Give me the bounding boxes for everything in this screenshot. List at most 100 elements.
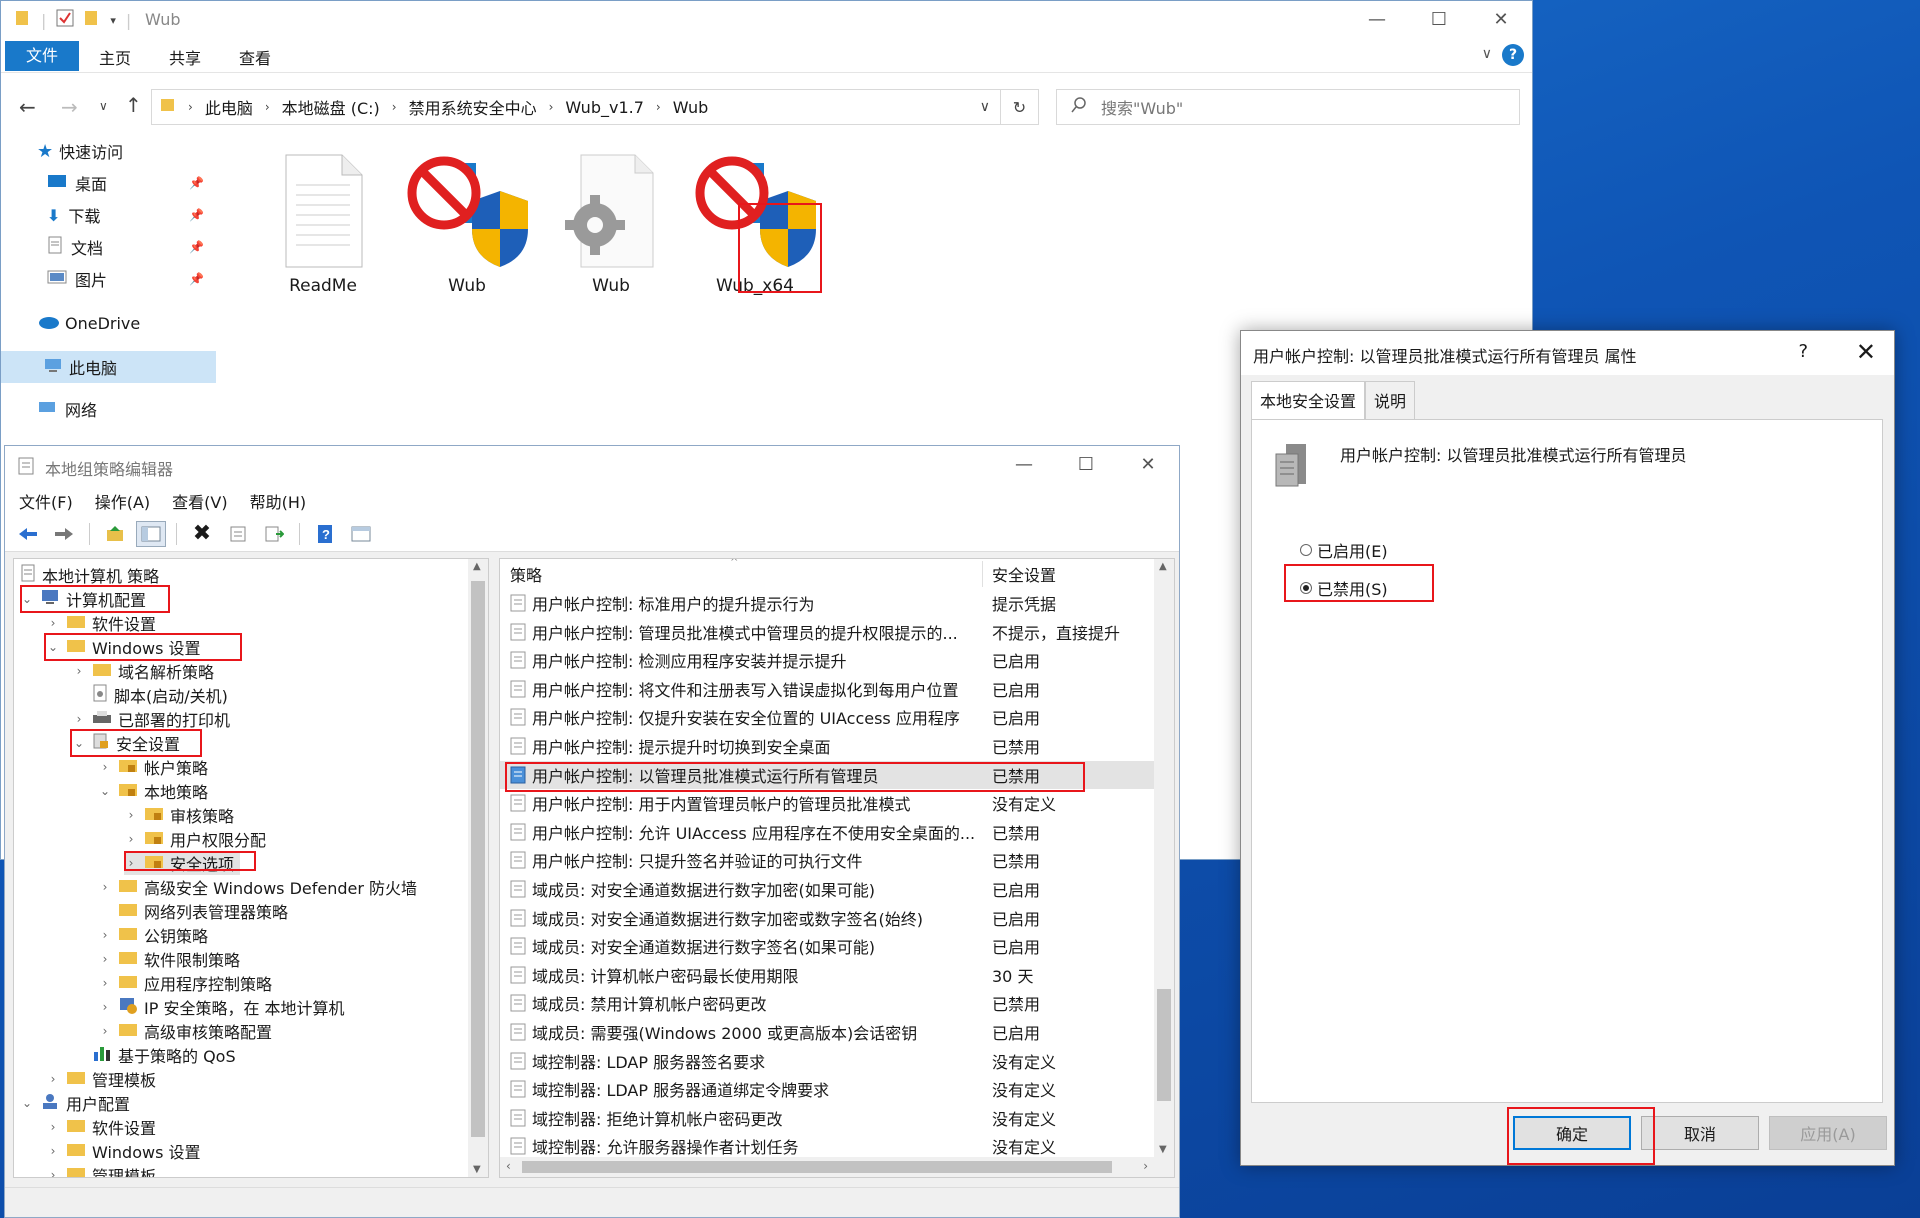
scroll-down-icon[interactable]: ▼ <box>473 1164 481 1175</box>
tree-node-user-windows-settings[interactable]: › Windows 设置 <box>46 1139 201 1163</box>
file-item-wub-config[interactable]: Wub <box>539 146 683 296</box>
collapse-arrow-icon[interactable]: ⌄ <box>46 640 60 654</box>
policy-row[interactable]: 用户帐户控制: 标准用户的提升提示行为 提示凭据 <box>500 589 1154 617</box>
policy-row[interactable]: 用户帐户控制: 以管理员批准模式运行所有管理员 已禁用 <box>500 760 1154 789</box>
tree-node-user-config[interactable]: ⌄ 用户配置 <box>20 1091 130 1115</box>
tab-view[interactable]: 查看 <box>239 45 271 69</box>
policy-row[interactable]: 用户帐户控制: 提示提升时切换到安全桌面 已禁用 <box>500 732 1154 760</box>
delete-icon[interactable]: ✖ <box>187 521 217 547</box>
customize-toolbar-icon[interactable]: ▾ <box>110 14 116 27</box>
breadcrumb-wub-version[interactable]: Wub_v1.7 <box>565 98 643 117</box>
refresh-button[interactable]: ↻ <box>1001 89 1039 125</box>
pin-icon[interactable]: 📌 <box>189 240 204 254</box>
expand-arrow-icon[interactable]: › <box>98 976 112 990</box>
menu-file[interactable]: 文件(F) <box>19 489 73 513</box>
close-icon[interactable]: ✕ <box>1470 1 1532 37</box>
nav-network[interactable]: 网络 <box>1 393 216 425</box>
tree-node-computer-config[interactable]: ⌄ 计算机配置 <box>20 587 146 611</box>
expand-arrow-icon[interactable]: › <box>124 832 138 846</box>
breadcrumb-folder[interactable]: 禁用系统安全中心 <box>409 95 537 119</box>
breadcrumb-separator[interactable]: › <box>392 100 397 114</box>
scroll-left-icon[interactable]: ‹ <box>506 1159 511 1173</box>
tab-file[interactable]: 文件 <box>5 41 79 71</box>
radio-enabled[interactable]: 已启用(E) <box>1300 538 1388 562</box>
file-item-readme[interactable]: ReadMe <box>251 146 395 296</box>
export-list-icon[interactable] <box>259 521 289 547</box>
tree-node-printers[interactable]: › 已部署的打印机 <box>72 707 230 731</box>
pin-icon[interactable]: 📌 <box>189 272 204 286</box>
expand-arrow-icon[interactable]: › <box>98 880 112 894</box>
tree-node-local-policies[interactable]: ⌄ 本地策略 <box>98 779 208 803</box>
tree-scrollbar[interactable]: ▲ ▼ <box>468 559 488 1177</box>
tree-node-scripts[interactable]: 脚本(启动/关机) <box>72 683 228 707</box>
tree-node-public-key[interactable]: › 公钥策略 <box>98 923 208 947</box>
tree-node-software-restriction[interactable]: › 软件限制策略 <box>98 947 240 971</box>
properties-checkbox-icon[interactable] <box>56 9 74 31</box>
tree-node-user-rights[interactable]: › 用户权限分配 <box>124 827 266 851</box>
pin-icon[interactable]: 📌 <box>189 176 204 190</box>
list-hscrollbar[interactable]: ‹ › <box>500 1157 1154 1177</box>
nav-downloads[interactable]: ⬇ 下载 📌 <box>1 199 216 231</box>
tree-node-user-software-settings[interactable]: › 软件设置 <box>46 1115 156 1139</box>
properties-icon[interactable] <box>223 521 253 547</box>
expand-arrow-icon[interactable]: › <box>46 1144 60 1158</box>
help-icon[interactable]: ? <box>1502 44 1524 66</box>
address-dropdown-icon[interactable]: ∨ <box>980 99 990 115</box>
radio-circle-selected[interactable] <box>1300 582 1312 594</box>
policy-row[interactable]: 用户帐户控制: 将文件和注册表写入错误虚拟化到每用户位置 已启用 <box>500 675 1154 703</box>
collapse-arrow-icon[interactable]: ⌄ <box>20 592 34 606</box>
scrollbar-thumb[interactable] <box>1157 989 1171 1101</box>
column-header-policy[interactable]: 策略 <box>510 562 542 586</box>
policy-row[interactable]: 用户帐户控制: 仅提升安装在安全位置的 UIAccess 应用程序 已启用 <box>500 703 1154 731</box>
expand-arrow-icon[interactable]: › <box>46 616 60 630</box>
tree-node-software-settings[interactable]: › 软件设置 <box>46 611 156 635</box>
maximize-icon[interactable]: ☐ <box>1055 446 1117 482</box>
policy-row[interactable]: 域成员: 对安全通道数据进行数字加密(如果可能) 已启用 <box>500 875 1154 903</box>
expand-arrow-icon[interactable]: › <box>46 1120 60 1134</box>
file-item-wub[interactable]: Wub <box>395 146 539 296</box>
breadcrumb-wub[interactable]: Wub <box>673 98 709 117</box>
breadcrumb-separator[interactable]: › <box>549 100 554 114</box>
menu-view[interactable]: 查看(V) <box>172 489 227 513</box>
list-scrollbar[interactable]: ▲ ▼ <box>1154 559 1174 1177</box>
tree-node-network-list[interactable]: 网络列表管理器策略 <box>98 899 288 923</box>
tree-node-windows-settings[interactable]: ⌄ Windows 设置 <box>46 635 201 659</box>
scroll-up-icon[interactable]: ▲ <box>473 561 481 572</box>
close-icon[interactable]: ✕ <box>1117 446 1179 482</box>
nav-documents[interactable]: 文档 📌 <box>1 231 216 263</box>
minimize-icon[interactable]: — <box>1346 1 1408 37</box>
tree-node-local-computer-policy[interactable]: 本地计算机 策略 <box>20 563 159 587</box>
scrollbar-thumb[interactable] <box>522 1161 1112 1173</box>
column-divider[interactable] <box>982 561 983 587</box>
back-icon[interactable]: ← <box>19 95 36 119</box>
radio-circle[interactable] <box>1300 544 1312 556</box>
recent-locations-icon[interactable]: ∨ <box>99 99 108 113</box>
tree-node-security-options[interactable]: › 安全选项 <box>124 851 241 875</box>
new-folder-icon[interactable] <box>84 9 100 31</box>
breadcrumb-separator[interactable]: › <box>265 100 270 114</box>
expand-arrow-icon[interactable]: › <box>72 712 86 726</box>
radio-disabled[interactable]: 已禁用(S) <box>1300 576 1388 600</box>
up-folder-icon[interactable] <box>100 521 130 547</box>
policy-row[interactable]: 域成员: 对安全通道数据进行数字加密或数字签名(始终) 已启用 <box>500 904 1154 932</box>
collapse-arrow-icon[interactable]: ⌄ <box>98 784 112 798</box>
show-hide-tree-icon[interactable] <box>136 520 166 547</box>
policy-row[interactable]: 域成员: 计算机帐户密码最长使用期限 30 天 <box>500 961 1154 989</box>
scroll-up-icon[interactable]: ▲ <box>1159 561 1167 572</box>
nav-this-pc[interactable]: 此电脑 <box>1 351 216 383</box>
cancel-button[interactable]: 取消 <box>1641 1116 1759 1150</box>
forward-icon[interactable]: → <box>61 95 78 119</box>
nav-quick-access[interactable]: ★ 快速访问 <box>1 135 216 167</box>
expand-arrow-icon[interactable]: › <box>72 664 86 678</box>
tab-home[interactable]: 主页 <box>99 45 131 69</box>
tree-node-user-admin-templates[interactable]: › 管理模板 <box>46 1163 156 1177</box>
column-header-setting[interactable]: 安全设置 <box>992 562 1056 586</box>
expand-arrow-icon[interactable]: › <box>98 1000 112 1014</box>
policy-row[interactable]: 域成员: 禁用计算机帐户密码更改 已禁用 <box>500 989 1154 1017</box>
expand-arrow-icon[interactable]: › <box>124 856 138 870</box>
scroll-right-icon[interactable]: › <box>1143 1159 1148 1173</box>
tab-explain[interactable]: 说明 <box>1365 381 1416 420</box>
apply-button[interactable]: 应用(A) <box>1769 1116 1887 1150</box>
collapse-arrow-icon[interactable]: ⌄ <box>20 1096 34 1110</box>
maximize-icon[interactable]: ☐ <box>1408 1 1470 37</box>
